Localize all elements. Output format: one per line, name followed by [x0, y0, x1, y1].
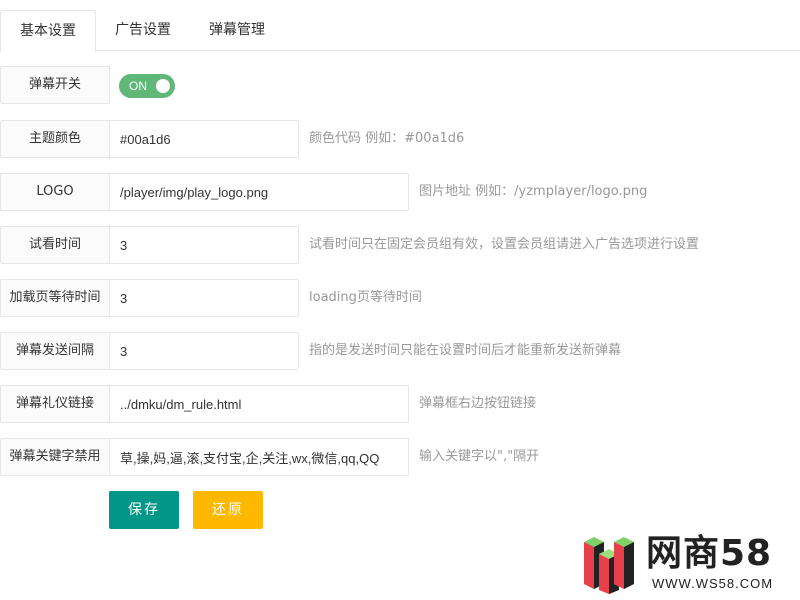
trial-time-input[interactable] — [109, 226, 299, 264]
loading-wait-hint: loading页等待时间 — [309, 290, 422, 305]
danmaku-switch-toggle[interactable]: ON — [119, 74, 175, 98]
loading-wait-input[interactable] — [109, 279, 299, 317]
loading-wait-label: 加载页等待时间 — [0, 279, 110, 317]
logo-input[interactable] — [109, 173, 409, 211]
tab-basic-settings[interactable]: 基本设置 — [0, 10, 96, 53]
logo-hint: 图片地址 例如：/yzmplayer/logo.png — [419, 184, 648, 199]
theme-color-hint: 颜色代码 例如：#00a1d6 — [309, 131, 465, 146]
watermark: 网商58 WWW.WS58.COM — [580, 532, 790, 596]
trial-time-label: 试看时间 — [0, 226, 110, 264]
form-row-logo: LOGO 图片地址 例如：/yzmplayer/logo.png — [0, 173, 800, 211]
save-button[interactable]: 保存 — [109, 491, 179, 529]
form-row-trial-time: 试看时间 试看时间只在固定会员组有效，设置会员组请进入广告选项进行设置 — [0, 226, 800, 264]
logo-label: LOGO — [0, 173, 110, 211]
tab-danmaku-management[interactable]: 弹幕管理 — [190, 10, 284, 50]
send-interval-hint: 指的是发送时间只能在设置时间后才能重新发送新弹幕 — [309, 343, 622, 358]
etiquette-link-label: 弹幕礼仪链接 — [0, 385, 110, 423]
banned-keywords-hint: 输入关键字以","隔开 — [419, 449, 540, 464]
trial-time-hint: 试看时间只在固定会员组有效，设置会员组请进入广告选项进行设置 — [309, 237, 700, 252]
etiquette-link-input[interactable] — [109, 385, 409, 423]
form-row-send-interval: 弹幕发送间隔 指的是发送时间只能在设置时间后才能重新发送新弹幕 — [0, 332, 800, 370]
theme-color-input[interactable] — [109, 120, 299, 158]
form-row-danmaku-switch: 弹幕开关 ON — [0, 66, 300, 104]
form-row-banned-keywords: 弹幕关键字禁用 输入关键字以","隔开 — [0, 438, 800, 476]
form-row-theme-color: 主题颜色 颜色代码 例如：#00a1d6 — [0, 120, 800, 158]
form-row-loading-wait: 加载页等待时间 loading页等待时间 — [0, 279, 800, 317]
watermark-url: WWW.WS58.COM — [652, 576, 774, 591]
switch-state-text: ON — [129, 79, 147, 93]
etiquette-link-hint: 弹幕框右边按钮链接 — [419, 396, 537, 411]
send-interval-label: 弹幕发送间隔 — [0, 332, 110, 370]
send-interval-input[interactable] — [109, 332, 299, 370]
banned-keywords-input[interactable] — [109, 438, 409, 476]
watermark-logo-icon — [584, 537, 634, 594]
danmaku-switch-label: 弹幕开关 — [0, 66, 110, 104]
reset-button[interactable]: 还原 — [193, 491, 263, 529]
switch-knob — [156, 79, 170, 93]
watermark-text: 网商58 — [646, 533, 773, 574]
theme-color-label: 主题颜色 — [0, 120, 110, 158]
form-row-etiquette-link: 弹幕礼仪链接 弹幕框右边按钮链接 — [0, 385, 800, 423]
banned-keywords-label: 弹幕关键字禁用 — [0, 438, 110, 476]
tab-ad-settings[interactable]: 广告设置 — [96, 10, 190, 50]
settings-tabs: 基本设置 广告设置 弹幕管理 — [0, 10, 800, 53]
